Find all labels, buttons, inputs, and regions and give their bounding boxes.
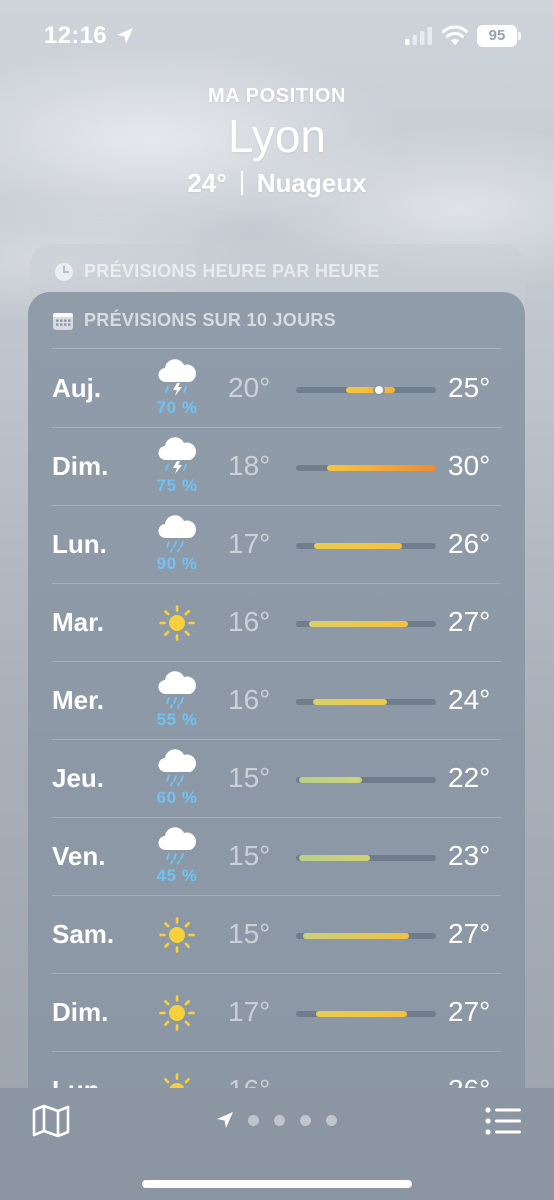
max-temperature: 22°	[448, 762, 491, 793]
page-dot[interactable]	[248, 1115, 259, 1126]
temperature-range-bar	[303, 933, 410, 939]
precipitation-chance: 70 %	[156, 398, 198, 417]
title-divider	[52, 348, 501, 349]
max-temperature: 23°	[448, 840, 491, 871]
location-arrow-icon	[117, 28, 133, 44]
day-label: Sam.	[52, 919, 115, 949]
max-temperature: 30°	[448, 450, 491, 481]
location-header: MA POSITION Lyon 24° Nuageux	[0, 85, 554, 199]
max-temperature: 26°	[448, 528, 491, 559]
ten-day-forecast-card[interactable]: PRÉVISIONS SUR 10 JOURS Auj. 70 % 20° 25° Di…	[28, 292, 525, 1132]
forecast-day-row[interactable]: Dim. 75 % 18° 30°	[28, 428, 525, 506]
min-temperature: 17°	[228, 996, 271, 1027]
temperature-range-track	[296, 1011, 436, 1017]
precipitation-chance: 45 %	[156, 866, 198, 885]
temperature-range-bar	[298, 855, 371, 861]
temperature-range-bar	[308, 621, 408, 627]
temperature-range-bar	[326, 465, 436, 471]
day-label: Jeu.	[52, 763, 105, 793]
day-label: Dim.	[52, 451, 109, 481]
forecast-day-row[interactable]: Sam. 15° 27°	[28, 896, 525, 974]
forecast-day-row[interactable]: Mer. 55 % 16° 24°	[28, 662, 525, 740]
status-bar: 12:16 95	[0, 0, 554, 70]
day-label: Mar.	[52, 607, 105, 637]
max-temperature: 27°	[448, 606, 491, 637]
min-temperature: 15°	[228, 918, 271, 949]
max-temperature: 27°	[448, 918, 491, 949]
clock-icon	[55, 262, 73, 281]
min-temperature: 20°	[228, 372, 271, 403]
precipitation-chance: 75 %	[156, 476, 198, 495]
temperature-range-track	[296, 933, 436, 939]
separator	[240, 171, 243, 195]
day-label: Ven.	[52, 841, 106, 871]
temperature-range-track	[296, 621, 436, 627]
current-temperature: 24°	[187, 168, 227, 198]
day-label: Lun.	[52, 529, 107, 559]
min-temperature: 16°	[228, 606, 271, 637]
calendar-icon	[53, 312, 73, 330]
ten-day-forecast-title: PRÉVISIONS SUR 10 JOURS	[52, 310, 336, 331]
min-temperature: 17°	[228, 528, 271, 559]
forecast-day-row[interactable]: Jeu. 60 % 15° 22°	[28, 740, 525, 818]
max-temperature: 24°	[448, 684, 491, 715]
forecast-day-row[interactable]: Ven. 45 % 15° 23°	[28, 818, 525, 896]
list-icon[interactable]	[484, 1106, 522, 1136]
max-temperature: 25°	[448, 372, 491, 403]
current-location-page-icon[interactable]	[216, 1111, 234, 1129]
day-label: Auj.	[52, 373, 102, 403]
current-condition: Nuageux	[256, 168, 367, 198]
current-temperature-dot	[374, 386, 383, 394]
page-dot[interactable]	[300, 1115, 311, 1126]
max-temperature: 27°	[448, 996, 491, 1027]
min-temperature: 15°	[228, 840, 271, 871]
temperature-range-bar	[346, 387, 396, 393]
battery-icon: 95	[477, 25, 517, 47]
status-time: 12:16	[44, 22, 107, 49]
home-indicator	[142, 1180, 412, 1188]
city-name: Lyon	[227, 110, 327, 162]
day-label: Mer.	[52, 685, 105, 715]
precipitation-chance: 55 %	[156, 710, 198, 729]
temperature-range-track	[296, 855, 436, 861]
temperature-range-track	[296, 386, 436, 394]
bottom-toolbar	[0, 1088, 554, 1200]
temperature-range-track	[296, 777, 436, 783]
wifi-icon	[442, 25, 468, 45]
temperature-range-track	[296, 699, 436, 705]
forecast-day-row[interactable]: Lun. 90 % 17° 26°	[28, 506, 525, 584]
page-dot[interactable]	[326, 1115, 337, 1126]
min-temperature: 16°	[228, 684, 271, 715]
min-temperature: 18°	[228, 450, 271, 481]
precipitation-chance: 60 %	[156, 788, 198, 807]
temperature-range-bar	[312, 699, 387, 705]
position-label: MA POSITION	[207, 85, 347, 107]
forecast-day-row[interactable]: Mar. 16° 27°	[28, 584, 525, 662]
hourly-forecast-title: PRÉVISIONS HEURE PAR HEURE	[54, 261, 380, 282]
precipitation-chance: 90 %	[156, 554, 198, 573]
min-temperature: 15°	[228, 762, 271, 793]
temperature-range-track	[296, 543, 436, 549]
page-indicator[interactable]	[212, 1110, 352, 1130]
ten-day-title-text: PRÉVISIONS SUR 10 JOURS	[84, 310, 336, 330]
hourly-title-text: PRÉVISIONS HEURE PAR HEURE	[84, 261, 380, 281]
page-dot[interactable]	[274, 1115, 285, 1126]
current-conditions: 24° Nuageux	[0, 168, 554, 199]
temperature-range-track	[296, 465, 436, 471]
day-label: Dim.	[52, 997, 109, 1027]
map-icon[interactable]	[32, 1104, 70, 1138]
forecast-day-row[interactable]: Dim. 17° 27°	[28, 974, 525, 1052]
temperature-range-bar	[298, 777, 362, 783]
forecast-day-row[interactable]: Auj. 70 % 20° 25°	[28, 350, 525, 428]
battery-tip	[518, 32, 521, 40]
temperature-range-bar	[314, 543, 403, 549]
signal-icon	[405, 27, 432, 45]
temperature-range-bar	[315, 1011, 407, 1017]
